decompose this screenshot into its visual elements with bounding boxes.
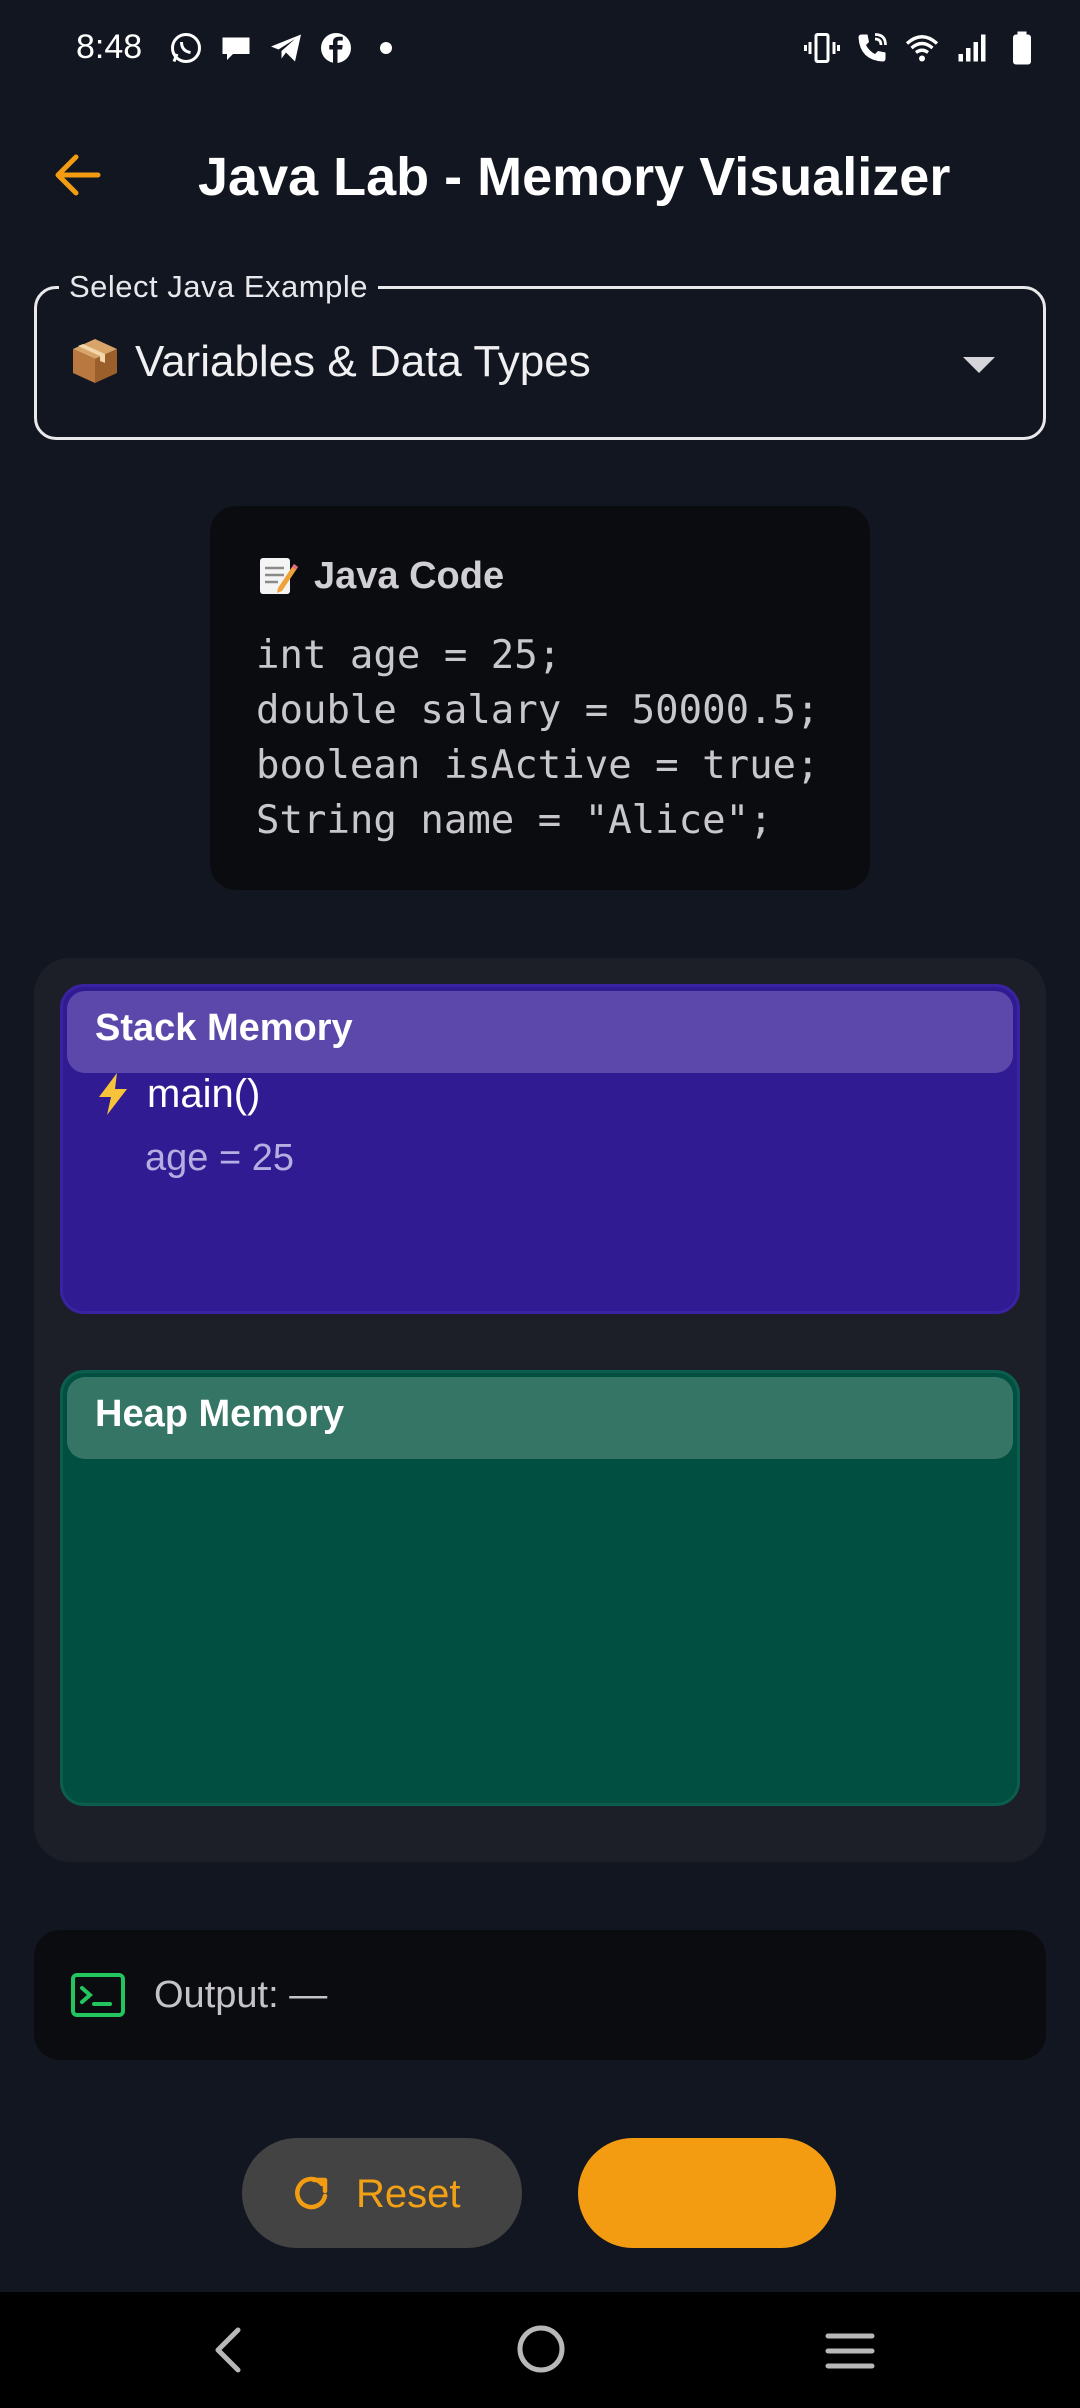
nav-back-icon[interactable] (204, 2320, 254, 2380)
status-bar: 8:48 (0, 0, 1080, 100)
code-card: Java Code int age = 25; double salary = 5… (210, 506, 870, 890)
chat-bubble-icon (222, 37, 250, 60)
reset-button-label: Reset (356, 2172, 461, 2216)
whatsapp-icon (171, 33, 201, 63)
stack-variable: age = 25 (145, 1137, 294, 1179)
run-step-button[interactable] (578, 2138, 836, 2248)
output-text: Output: — (154, 1974, 328, 2016)
heap-memory-header: Heap Memory (67, 1377, 1013, 1459)
code-line: String name = "Alice"; (256, 798, 773, 843)
stack-frame-name: main() (147, 1071, 261, 1116)
example-select-dropdown[interactable]: Select Java Example Variables & Data Typ… (34, 269, 1046, 440)
lightning-icon (99, 1073, 127, 1115)
notification-icons (168, 30, 404, 66)
wifi-call-icon (858, 33, 887, 62)
memory-panel: Stack Memory main() age = 25 Heap Memory (34, 958, 1046, 1862)
nav-recents-icon[interactable] (822, 2328, 878, 2374)
reset-button[interactable]: Reset (242, 2138, 522, 2248)
signal-icon (958, 34, 986, 62)
stack-memory-header: Stack Memory (67, 991, 1013, 1073)
status-time: 8:48 (76, 28, 143, 66)
system-nav-bar (0, 2292, 1080, 2408)
code-card-header: Java Code (256, 554, 504, 598)
code-card-title: Java Code (314, 554, 505, 597)
code-line: int age = 25; (256, 633, 562, 678)
wifi-icon (905, 35, 939, 62)
vibrate-icon (804, 33, 840, 63)
package-icon (73, 339, 117, 383)
stack-frame: main() (93, 1071, 260, 1117)
output-bar: Output: — (34, 1930, 1046, 2060)
nav-home-icon[interactable] (514, 2322, 568, 2376)
facebook-icon (321, 33, 351, 63)
chevron-down-icon (963, 357, 995, 373)
battery-icon (1013, 31, 1031, 65)
stack-memory-title: Stack Memory (95, 1007, 353, 1049)
dot-icon (380, 42, 392, 54)
code-block: int age = 25; double salary = 50000.5; boo… (256, 628, 820, 848)
heap-memory-title: Heap Memory (95, 1393, 345, 1435)
example-select-label: Select Java Example (59, 269, 378, 305)
stack-memory-box: Stack Memory main() age = 25 (60, 984, 1020, 1314)
code-line: boolean isActive = true; (256, 743, 820, 788)
page-title: Java Lab - Memory Visualizer (198, 147, 951, 207)
terminal-icon (71, 1973, 125, 2017)
refresh-icon (295, 2176, 328, 2210)
telegram-icon (271, 34, 301, 62)
example-select-value: Variables & Data Types (135, 337, 591, 386)
memo-icon (260, 558, 298, 594)
arrow-left-icon[interactable] (48, 145, 108, 205)
code-line: double salary = 50000.5; (256, 688, 820, 733)
system-icons (804, 30, 1040, 66)
heap-memory-box: Heap Memory (60, 1370, 1020, 1806)
